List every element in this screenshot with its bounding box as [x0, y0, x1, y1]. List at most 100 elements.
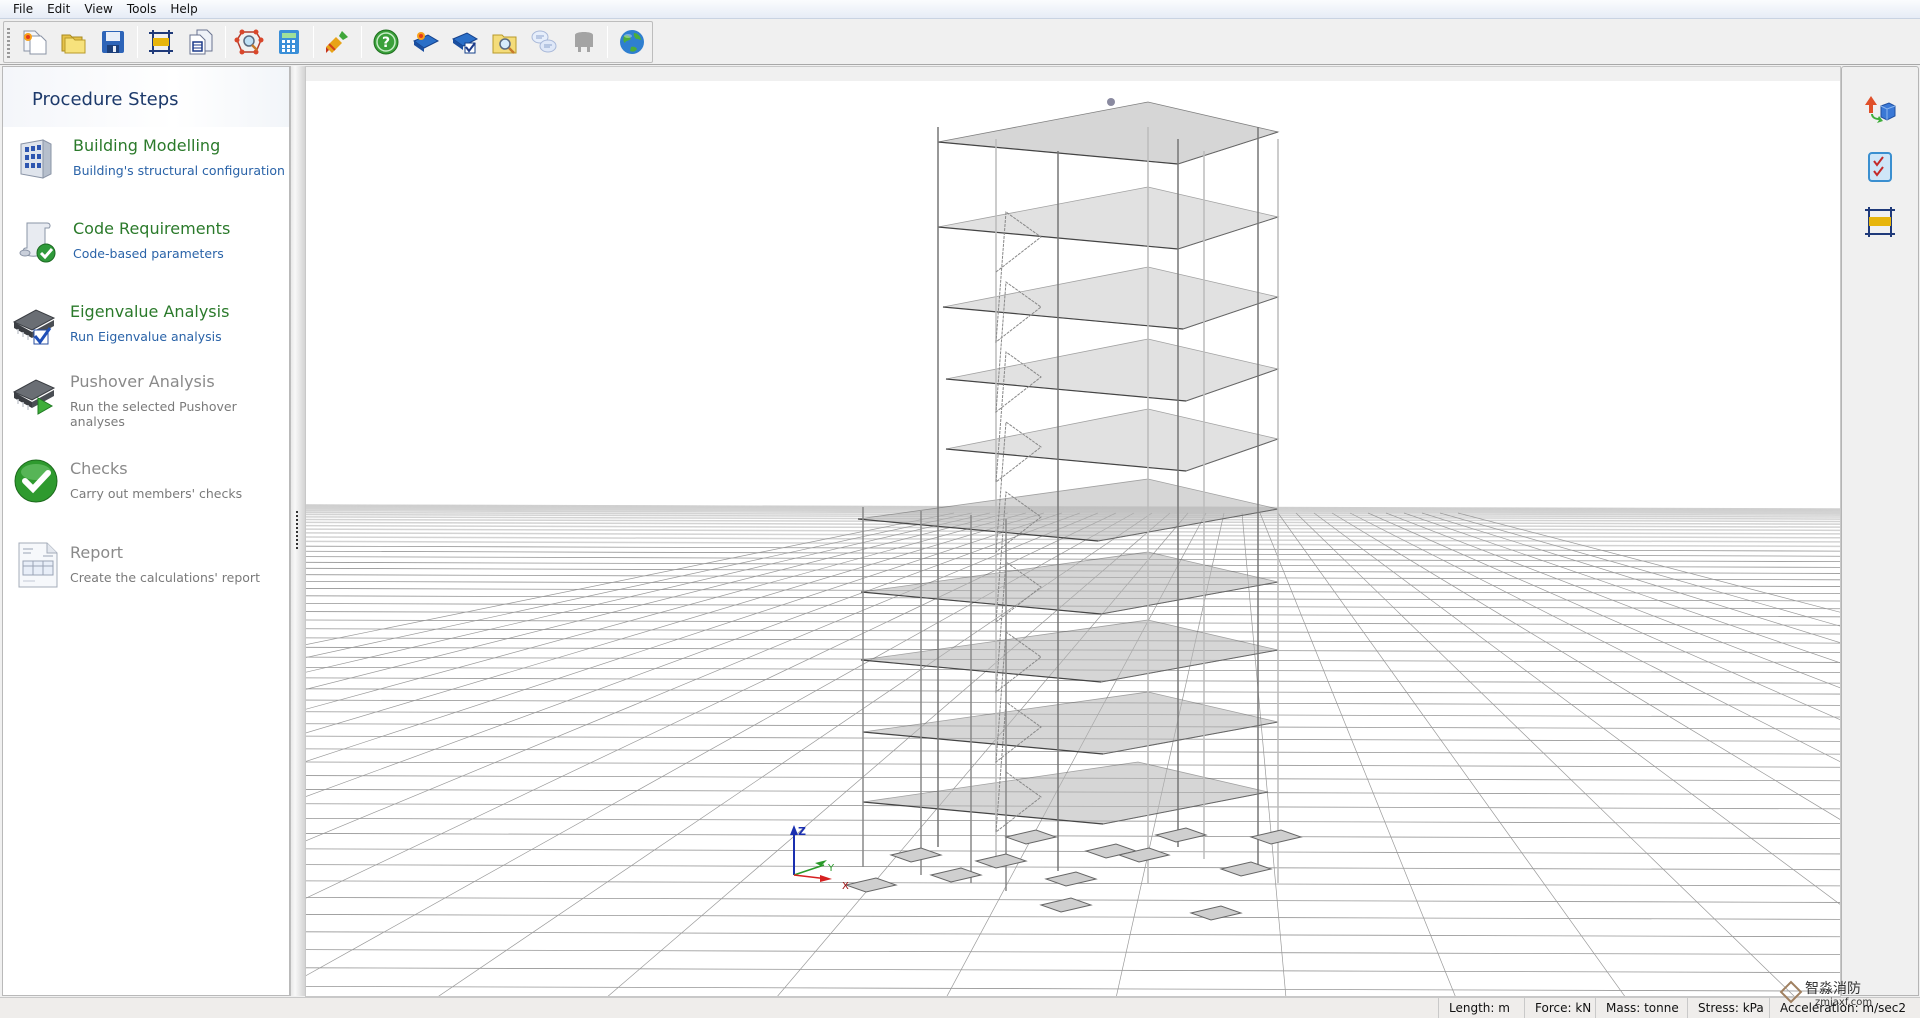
chip-check-icon: [12, 309, 56, 345]
support-button[interactable]: [566, 24, 602, 60]
website-button[interactable]: [614, 24, 650, 60]
storey-levels-button[interactable]: [144, 24, 180, 60]
transform-cube-icon: [1865, 96, 1896, 123]
grid-line: [306, 833, 1840, 839]
model-inspector-button[interactable]: [232, 24, 268, 60]
grid-line: [306, 761, 1840, 768]
calculator-button[interactable]: [271, 24, 307, 60]
menu-file[interactable]: File: [6, 0, 40, 19]
grid-line: [306, 550, 1840, 557]
grid-line: [306, 540, 1840, 548]
footing: [929, 867, 983, 883]
menu-view[interactable]: View: [77, 0, 119, 19]
step-subtitle: Code-based parameters: [73, 246, 224, 261]
step-title: Building Modelling: [73, 136, 221, 155]
node-marker: [1107, 98, 1115, 106]
watermark-text: 智淼消防: [1805, 981, 1861, 997]
step-eigenvalue-analysis[interactable]: Eigenvalue Analysis Run Eigenvalue analy…: [3, 296, 289, 366]
status-mass-unit: Mass: tonne: [1595, 998, 1685, 1018]
step-subtitle: Create the calculations' report: [70, 570, 260, 585]
grid-line: [306, 967, 1840, 974]
report-icon: [18, 542, 58, 588]
grid-line: [306, 512, 973, 658]
chip-play-icon: [12, 379, 56, 415]
x-axis-arrow: [820, 875, 832, 882]
book-icon: [412, 32, 439, 52]
y-axis-label: Y: [827, 863, 835, 874]
step-pushover-analysis[interactable]: Pushover Analysis Run the selected Pusho…: [3, 366, 289, 436]
z-axis-label: Z: [798, 825, 806, 838]
main-toolbar: ?: [3, 21, 653, 63]
clean-up-button[interactable]: [320, 24, 356, 60]
grid-line: [306, 688, 1840, 695]
y-axis-arrow: [815, 860, 827, 866]
grid-line: [306, 512, 1009, 690]
footing: [1004, 829, 1058, 845]
menu-tools[interactable]: Tools: [120, 0, 164, 19]
menu-edit[interactable]: Edit: [40, 0, 77, 19]
footing: [1219, 861, 1273, 877]
status-bar: Length: m Force: kN Mass: tonne Stress: …: [0, 997, 1920, 1018]
examples-button[interactable]: [487, 24, 523, 60]
procedure-steps-panel: Procedure Steps Building Modelling Build…: [2, 66, 290, 996]
3d-viewport[interactable]: Z Y X: [305, 66, 1841, 997]
toolbar-area: ?: [0, 19, 1920, 65]
manual-button[interactable]: [408, 24, 444, 60]
grid-line: [306, 611, 1840, 618]
checklist-icon: [1868, 152, 1892, 182]
help-button[interactable]: ?: [368, 24, 404, 60]
new-document-icon: [23, 30, 47, 55]
floor-slab: [942, 266, 1280, 330]
step-subtitle: Run Eigenvalue analysis: [70, 329, 222, 344]
verification-manual-button[interactable]: [447, 24, 483, 60]
checklist-button[interactable]: [1862, 149, 1898, 185]
grid-line: [306, 864, 1840, 871]
users-icon: [574, 32, 593, 52]
menu-bar: File Edit View Tools Help: [0, 0, 1920, 19]
step-title: Code Requirements: [73, 219, 231, 238]
right-tool-panel: [1841, 66, 1919, 996]
building-3d-model[interactable]: Z Y X: [306, 67, 1841, 997]
transform-view-button[interactable]: [1862, 91, 1898, 127]
floor-slab: [860, 619, 1279, 683]
floor-slab: [862, 691, 1279, 755]
save-project-button[interactable]: [95, 24, 131, 60]
grid-line: [306, 914, 1840, 920]
splitter-grip[interactable]: [296, 511, 298, 551]
step-code-requirements[interactable]: Code Requirements Code-based parameters: [3, 213, 289, 283]
menu-help[interactable]: Help: [163, 0, 204, 19]
grid-line: [306, 512, 991, 673]
step-title: Report: [70, 543, 124, 562]
grid-line: [306, 848, 1840, 855]
step-title: Eigenvalue Analysis: [70, 302, 230, 321]
footing: [974, 853, 1028, 869]
levels-button[interactable]: [1862, 204, 1898, 240]
status-stress-unit: Stress: kPa: [1687, 998, 1767, 1018]
footing: [1154, 827, 1208, 843]
footing: [889, 847, 943, 863]
step-building-modelling[interactable]: Building Modelling Building's structural…: [3, 130, 289, 200]
x-axis-label: X: [842, 881, 849, 892]
green-check-icon: [14, 459, 58, 503]
levels-icon: [149, 30, 174, 54]
floor-slab: [862, 761, 1269, 825]
panel-splitter[interactable]: [290, 66, 305, 996]
copy-data-button[interactable]: [183, 24, 219, 60]
step-report[interactable]: Report Create the calculations' report: [3, 537, 289, 607]
open-project-button[interactable]: [56, 24, 92, 60]
step-checks[interactable]: Checks Carry out members' checks: [3, 453, 289, 523]
new-project-button[interactable]: [16, 24, 52, 60]
sidebar-title: Procedure Steps: [32, 89, 179, 110]
folder-search-icon: [492, 34, 517, 54]
svg-text:?: ?: [382, 35, 390, 51]
grid-line: [1259, 512, 1456, 996]
footing: [1189, 905, 1243, 921]
grid-line: [306, 931, 1840, 938]
grid-line: [306, 512, 955, 645]
forum-button[interactable]: [526, 24, 562, 60]
floor-slab: [937, 101, 1280, 165]
watermark-url: zmjaxf.com: [1815, 997, 1873, 1008]
status-message: [0, 998, 1435, 1018]
toolbar-grip[interactable]: [7, 28, 10, 58]
app-window: File Edit View Tools Help ? Procedure St…: [0, 0, 1920, 1018]
